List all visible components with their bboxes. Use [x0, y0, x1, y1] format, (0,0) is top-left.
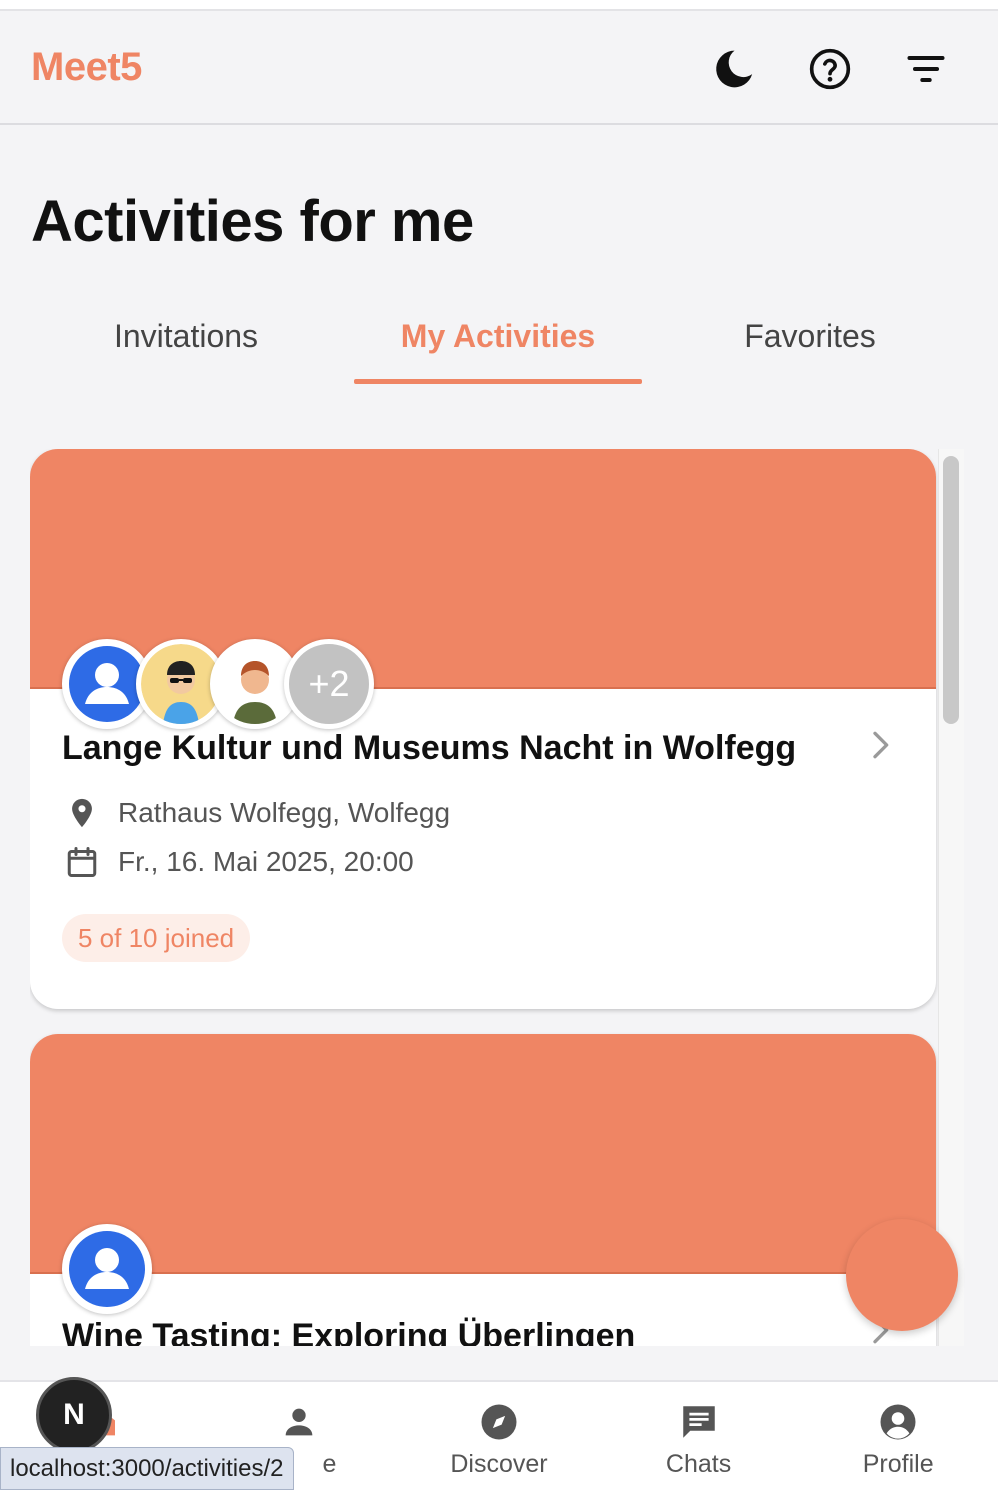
card-location: Rathaus Wolfegg, Wolfegg	[62, 793, 450, 833]
avatar	[62, 1224, 152, 1314]
calendar-icon	[62, 842, 102, 882]
activity-card[interactable]: Wine Tasting: Exploring Überlingen	[30, 1034, 936, 1346]
moon-icon[interactable]	[710, 45, 758, 93]
scrollbar-thumb[interactable]	[943, 456, 959, 724]
help-icon[interactable]	[806, 45, 854, 93]
activity-list[interactable]: +2 Lange Kultur und Museums Nacht in Wol…	[30, 449, 938, 1346]
chevron-right-icon[interactable]	[860, 725, 900, 765]
nav-item-chats[interactable]: Chats	[599, 1382, 799, 1490]
tab-favorites[interactable]: Favorites	[654, 300, 966, 386]
person-icon	[277, 1400, 321, 1444]
card-datetime: Fr., 16. Mai 2025, 20:00	[62, 842, 414, 882]
dev-tools-badge[interactable]: N	[36, 1377, 112, 1453]
activity-card[interactable]: +2 Lange Kultur und Museums Nacht in Wol…	[30, 449, 936, 1009]
datetime-text: Fr., 16. Mai 2025, 20:00	[118, 846, 414, 877]
tab-invitations[interactable]: Invitations	[30, 300, 342, 386]
location-pin-icon	[62, 793, 102, 833]
participant-avatars	[62, 1224, 152, 1314]
chat-icon	[677, 1400, 721, 1444]
compass-icon	[477, 1400, 521, 1444]
card-title[interactable]: Wine Tasting: Exploring Überlingen	[62, 1317, 635, 1346]
filter-icon[interactable]	[902, 45, 950, 93]
nav-item-discover[interactable]: Discover	[399, 1382, 599, 1490]
floating-action-button[interactable]	[846, 1219, 958, 1331]
location-text: Rathaus Wolfegg, Wolfegg	[118, 797, 451, 828]
card-title[interactable]: Lange Kultur und Museums Nacht in Wolfeg…	[62, 729, 796, 768]
joined-count-badge: 5 of 10 joined	[62, 914, 251, 962]
more-participants-badge: +2	[284, 639, 374, 729]
tab-my-activities[interactable]: My Activities	[342, 300, 654, 386]
nav-item-profile[interactable]: Profile	[798, 1382, 998, 1490]
status-url-bar: localhost:3000/activities/2	[0, 1447, 294, 1490]
participant-avatars: +2	[62, 639, 374, 729]
window-top-edge	[0, 0, 998, 11]
app-header: Meet5	[0, 11, 998, 125]
card-banner	[30, 1034, 936, 1274]
brand-logo[interactable]: Meet5	[31, 45, 142, 90]
page-title: Activities for me	[31, 189, 474, 254]
tab-bar: Invitations My Activities Favorites	[30, 300, 966, 386]
account-circle-icon	[876, 1400, 920, 1444]
